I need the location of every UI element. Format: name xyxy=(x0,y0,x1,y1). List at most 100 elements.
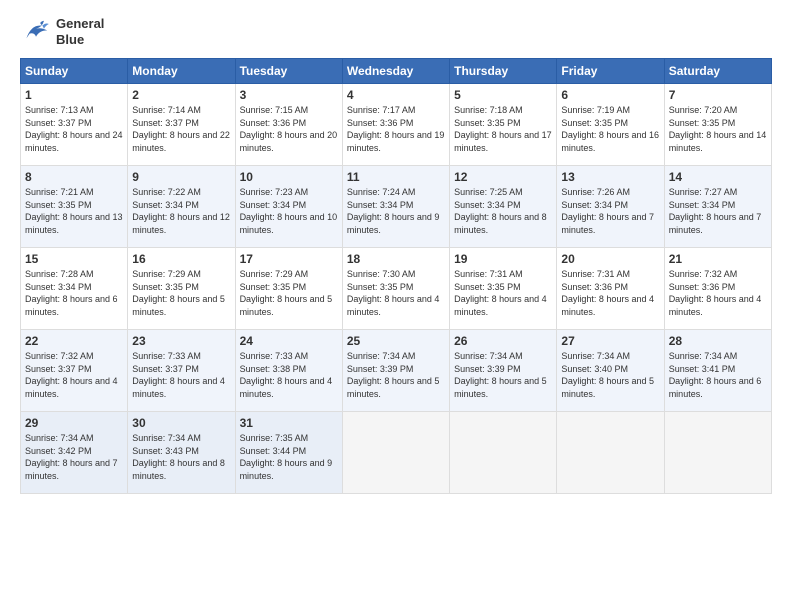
day-info: Sunrise: 7:19 AMSunset: 3:35 PMDaylight:… xyxy=(561,104,659,154)
day-number: 14 xyxy=(669,170,767,184)
logo-icon xyxy=(20,16,52,48)
day-number: 20 xyxy=(561,252,659,266)
logo: General Blue xyxy=(20,16,104,48)
day-number: 7 xyxy=(669,88,767,102)
calendar-cell: 7 Sunrise: 7:20 AMSunset: 3:35 PMDaylight… xyxy=(664,84,771,166)
day-number: 27 xyxy=(561,334,659,348)
day-info: Sunrise: 7:32 AMSunset: 3:36 PMDaylight:… xyxy=(669,268,767,318)
day-number: 19 xyxy=(454,252,552,266)
calendar-cell: 29 Sunrise: 7:34 AMSunset: 3:42 PMDayligh… xyxy=(21,412,128,494)
day-info: Sunrise: 7:17 AMSunset: 3:36 PMDaylight:… xyxy=(347,104,445,154)
calendar-cell: 19 Sunrise: 7:31 AMSunset: 3:35 PMDayligh… xyxy=(450,248,557,330)
day-number: 18 xyxy=(347,252,445,266)
day-number: 9 xyxy=(132,170,230,184)
day-number: 12 xyxy=(454,170,552,184)
calendar-week-row: 8 Sunrise: 7:21 AMSunset: 3:35 PMDaylight… xyxy=(21,166,772,248)
day-number: 26 xyxy=(454,334,552,348)
calendar-cell: 18 Sunrise: 7:30 AMSunset: 3:35 PMDayligh… xyxy=(342,248,449,330)
weekday-header: Friday xyxy=(557,59,664,84)
calendar-cell: 11 Sunrise: 7:24 AMSunset: 3:34 PMDayligh… xyxy=(342,166,449,248)
header: General Blue xyxy=(20,16,772,48)
day-info: Sunrise: 7:33 AMSunset: 3:37 PMDaylight:… xyxy=(132,350,230,400)
calendar-cell: 10 Sunrise: 7:23 AMSunset: 3:34 PMDayligh… xyxy=(235,166,342,248)
day-number: 3 xyxy=(240,88,338,102)
day-info: Sunrise: 7:23 AMSunset: 3:34 PMDaylight:… xyxy=(240,186,338,236)
day-number: 29 xyxy=(25,416,123,430)
calendar-cell: 13Sunrise: 7:26 AMSunset: 3:34 PMDayligh… xyxy=(557,166,664,248)
day-info: Sunrise: 7:14 AMSunset: 3:37 PMDaylight:… xyxy=(132,104,230,154)
weekday-header: Saturday xyxy=(664,59,771,84)
day-info: Sunrise: 7:31 AMSunset: 3:35 PMDaylight:… xyxy=(454,268,552,318)
day-number: 10 xyxy=(240,170,338,184)
calendar-cell: 27Sunrise: 7:34 AMSunset: 3:40 PMDayligh… xyxy=(557,330,664,412)
day-number: 1 xyxy=(25,88,123,102)
day-number: 13 xyxy=(561,170,659,184)
calendar-cell: 14 Sunrise: 7:27 AMSunset: 3:34 PMDayligh… xyxy=(664,166,771,248)
calendar-cell: 16 Sunrise: 7:29 AMSunset: 3:35 PMDayligh… xyxy=(128,248,235,330)
day-number: 2 xyxy=(132,88,230,102)
day-number: 16 xyxy=(132,252,230,266)
day-info: Sunrise: 7:22 AMSunset: 3:34 PMDaylight:… xyxy=(132,186,230,236)
calendar-cell: 22Sunrise: 7:32 AMSunset: 3:37 PMDayligh… xyxy=(21,330,128,412)
calendar-week-row: 1 Sunrise: 7:13 AMSunset: 3:37 PMDaylight… xyxy=(21,84,772,166)
calendar-cell: 4 Sunrise: 7:17 AMSunset: 3:36 PMDaylight… xyxy=(342,84,449,166)
day-number: 24 xyxy=(240,334,338,348)
calendar-cell: 3 Sunrise: 7:15 AMSunset: 3:36 PMDaylight… xyxy=(235,84,342,166)
calendar-cell xyxy=(450,412,557,494)
day-number: 22 xyxy=(25,334,123,348)
weekday-header: Sunday xyxy=(21,59,128,84)
calendar-cell: 8 Sunrise: 7:21 AMSunset: 3:35 PMDaylight… xyxy=(21,166,128,248)
day-info: Sunrise: 7:31 AMSunset: 3:36 PMDaylight:… xyxy=(561,268,659,318)
day-info: Sunrise: 7:29 AMSunset: 3:35 PMDaylight:… xyxy=(132,268,230,318)
day-number: 6 xyxy=(561,88,659,102)
day-info: Sunrise: 7:24 AMSunset: 3:34 PMDaylight:… xyxy=(347,186,445,236)
calendar-cell: 2 Sunrise: 7:14 AMSunset: 3:37 PMDaylight… xyxy=(128,84,235,166)
calendar-header-row: SundayMondayTuesdayWednesdayThursdayFrid… xyxy=(21,59,772,84)
day-info: Sunrise: 7:34 AMSunset: 3:39 PMDaylight:… xyxy=(347,350,445,400)
calendar-cell: 23 Sunrise: 7:33 AMSunset: 3:37 PMDayligh… xyxy=(128,330,235,412)
weekday-header: Wednesday xyxy=(342,59,449,84)
calendar-cell: 30Sunrise: 7:34 AMSunset: 3:43 PMDayligh… xyxy=(128,412,235,494)
calendar-cell xyxy=(342,412,449,494)
day-info: Sunrise: 7:25 AMSunset: 3:34 PMDaylight:… xyxy=(454,186,552,236)
day-number: 8 xyxy=(25,170,123,184)
day-number: 23 xyxy=(132,334,230,348)
day-info: Sunrise: 7:20 AMSunset: 3:35 PMDaylight:… xyxy=(669,104,767,154)
calendar-cell: 15 Sunrise: 7:28 AMSunset: 3:34 PMDayligh… xyxy=(21,248,128,330)
calendar-cell: 21Sunrise: 7:32 AMSunset: 3:36 PMDayligh… xyxy=(664,248,771,330)
calendar-week-row: 22Sunrise: 7:32 AMSunset: 3:37 PMDayligh… xyxy=(21,330,772,412)
day-info: Sunrise: 7:33 AMSunset: 3:38 PMDaylight:… xyxy=(240,350,338,400)
day-info: Sunrise: 7:27 AMSunset: 3:34 PMDaylight:… xyxy=(669,186,767,236)
day-info: Sunrise: 7:35 AMSunset: 3:44 PMDaylight:… xyxy=(240,432,338,482)
day-number: 25 xyxy=(347,334,445,348)
calendar-cell xyxy=(664,412,771,494)
calendar-cell xyxy=(557,412,664,494)
calendar-cell: 20 Sunrise: 7:31 AMSunset: 3:36 PMDayligh… xyxy=(557,248,664,330)
weekday-header: Monday xyxy=(128,59,235,84)
calendar-cell: 26 Sunrise: 7:34 AMSunset: 3:39 PMDayligh… xyxy=(450,330,557,412)
day-number: 31 xyxy=(240,416,338,430)
day-number: 4 xyxy=(347,88,445,102)
day-info: Sunrise: 7:21 AMSunset: 3:35 PMDaylight:… xyxy=(25,186,123,236)
day-number: 15 xyxy=(25,252,123,266)
day-info: Sunrise: 7:15 AMSunset: 3:36 PMDaylight:… xyxy=(240,104,338,154)
calendar-cell: 9 Sunrise: 7:22 AMSunset: 3:34 PMDaylight… xyxy=(128,166,235,248)
day-info: Sunrise: 7:34 AMSunset: 3:39 PMDaylight:… xyxy=(454,350,552,400)
day-number: 28 xyxy=(669,334,767,348)
weekday-header: Thursday xyxy=(450,59,557,84)
day-number: 11 xyxy=(347,170,445,184)
calendar-table: SundayMondayTuesdayWednesdayThursdayFrid… xyxy=(20,58,772,494)
day-info: Sunrise: 7:13 AMSunset: 3:37 PMDaylight:… xyxy=(25,104,123,154)
logo-text: General Blue xyxy=(56,16,104,47)
weekday-header: Tuesday xyxy=(235,59,342,84)
page: General Blue SundayMondayTuesdayWednesda… xyxy=(0,0,792,612)
day-info: Sunrise: 7:18 AMSunset: 3:35 PMDaylight:… xyxy=(454,104,552,154)
calendar-cell: 24 Sunrise: 7:33 AMSunset: 3:38 PMDayligh… xyxy=(235,330,342,412)
calendar-cell: 12 Sunrise: 7:25 AMSunset: 3:34 PMDayligh… xyxy=(450,166,557,248)
day-info: Sunrise: 7:28 AMSunset: 3:34 PMDaylight:… xyxy=(25,268,123,318)
day-number: 30 xyxy=(132,416,230,430)
day-info: Sunrise: 7:34 AMSunset: 3:42 PMDaylight:… xyxy=(25,432,123,482)
day-info: Sunrise: 7:29 AMSunset: 3:35 PMDaylight:… xyxy=(240,268,338,318)
calendar-cell: 28Sunrise: 7:34 AMSunset: 3:41 PMDayligh… xyxy=(664,330,771,412)
day-info: Sunrise: 7:30 AMSunset: 3:35 PMDaylight:… xyxy=(347,268,445,318)
